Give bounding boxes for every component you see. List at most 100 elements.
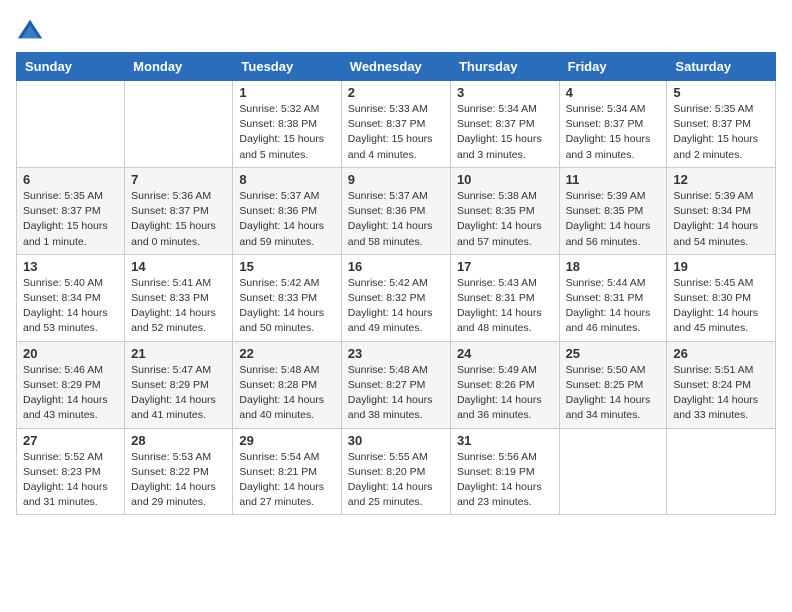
day-info: Sunrise: 5:53 AM Sunset: 8:22 PM Dayligh…: [131, 450, 226, 511]
calendar-cell: 16 Sunrise: 5:42 AM Sunset: 8:32 PM Dayli…: [341, 254, 450, 341]
calendar-cell: 17 Sunrise: 5:43 AM Sunset: 8:31 PM Dayli…: [450, 254, 559, 341]
calendar-cell: 6 Sunrise: 5:35 AM Sunset: 8:37 PM Daylig…: [17, 167, 125, 254]
calendar-cell: 7 Sunrise: 5:36 AM Sunset: 8:37 PM Daylig…: [125, 167, 233, 254]
calendar-cell: 3 Sunrise: 5:34 AM Sunset: 8:37 PM Daylig…: [450, 81, 559, 168]
calendar-cell: 14 Sunrise: 5:41 AM Sunset: 8:33 PM Dayli…: [125, 254, 233, 341]
day-number: 12: [673, 172, 769, 187]
day-number: 1: [239, 85, 334, 100]
day-info: Sunrise: 5:54 AM Sunset: 8:21 PM Dayligh…: [239, 450, 334, 511]
day-number: 10: [457, 172, 553, 187]
day-info: Sunrise: 5:34 AM Sunset: 8:37 PM Dayligh…: [457, 102, 553, 163]
day-number: 9: [348, 172, 444, 187]
calendar: SundayMondayTuesdayWednesdayThursdayFrid…: [16, 52, 776, 515]
day-number: 3: [457, 85, 553, 100]
day-number: 5: [673, 85, 769, 100]
day-number: 21: [131, 346, 226, 361]
day-info: Sunrise: 5:42 AM Sunset: 8:32 PM Dayligh…: [348, 276, 444, 337]
day-info: Sunrise: 5:56 AM Sunset: 8:19 PM Dayligh…: [457, 450, 553, 511]
day-number: 14: [131, 259, 226, 274]
day-info: Sunrise: 5:37 AM Sunset: 8:36 PM Dayligh…: [239, 189, 334, 250]
day-info: Sunrise: 5:51 AM Sunset: 8:24 PM Dayligh…: [673, 363, 769, 424]
calendar-cell: 2 Sunrise: 5:33 AM Sunset: 8:37 PM Daylig…: [341, 81, 450, 168]
day-info: Sunrise: 5:37 AM Sunset: 8:36 PM Dayligh…: [348, 189, 444, 250]
calendar-cell: 30Sunrise: 5:55 AM Sunset: 8:20 PM Dayli…: [341, 428, 450, 515]
calendar-cell: [17, 81, 125, 168]
calendar-cell: [667, 428, 776, 515]
day-number: 24: [457, 346, 553, 361]
calendar-cell: [559, 428, 667, 515]
day-info: Sunrise: 5:43 AM Sunset: 8:31 PM Dayligh…: [457, 276, 553, 337]
calendar-cell: 18Sunrise: 5:44 AM Sunset: 8:31 PM Dayli…: [559, 254, 667, 341]
weekday-header-saturday: Saturday: [667, 53, 776, 81]
day-number: 19: [673, 259, 769, 274]
day-number: 17: [457, 259, 553, 274]
day-info: Sunrise: 5:40 AM Sunset: 8:34 PM Dayligh…: [23, 276, 118, 337]
calendar-cell: 29 Sunrise: 5:54 AM Sunset: 8:21 PM Dayli…: [233, 428, 341, 515]
day-info: Sunrise: 5:42 AM Sunset: 8:33 PM Dayligh…: [239, 276, 334, 337]
calendar-cell: 4 Sunrise: 5:34 AM Sunset: 8:37 PM Daylig…: [559, 81, 667, 168]
day-number: 22: [239, 346, 334, 361]
weekday-header-monday: Monday: [125, 53, 233, 81]
calendar-cell: 23 Sunrise: 5:48 AM Sunset: 8:27 PM Dayli…: [341, 341, 450, 428]
day-info: Sunrise: 5:49 AM Sunset: 8:26 PM Dayligh…: [457, 363, 553, 424]
calendar-cell: 28 Sunrise: 5:53 AM Sunset: 8:22 PM Dayli…: [125, 428, 233, 515]
calendar-cell: 10 Sunrise: 5:38 AM Sunset: 8:35 PM Dayli…: [450, 167, 559, 254]
day-number: 28: [131, 433, 226, 448]
day-info: Sunrise: 5:32 AM Sunset: 8:38 PM Dayligh…: [239, 102, 334, 163]
day-info: Sunrise: 5:41 AM Sunset: 8:33 PM Dayligh…: [131, 276, 226, 337]
calendar-cell: 19 Sunrise: 5:45 AM Sunset: 8:30 PM Dayli…: [667, 254, 776, 341]
day-number: 23: [348, 346, 444, 361]
day-info: Sunrise: 5:39 AM Sunset: 8:34 PM Dayligh…: [673, 189, 769, 250]
day-number: 26: [673, 346, 769, 361]
day-info: Sunrise: 5:48 AM Sunset: 8:28 PM Dayligh…: [239, 363, 334, 424]
calendar-cell: 24 Sunrise: 5:49 AM Sunset: 8:26 PM Dayli…: [450, 341, 559, 428]
day-number: 2: [348, 85, 444, 100]
calendar-cell: 12 Sunrise: 5:39 AM Sunset: 8:34 PM Dayli…: [667, 167, 776, 254]
day-info: Sunrise: 5:33 AM Sunset: 8:37 PM Dayligh…: [348, 102, 444, 163]
day-number: 27: [23, 433, 118, 448]
calendar-cell: 31 Sunrise: 5:56 AM Sunset: 8:19 PM Dayli…: [450, 428, 559, 515]
calendar-cell: 9 Sunrise: 5:37 AM Sunset: 8:36 PM Daylig…: [341, 167, 450, 254]
day-number: 16: [348, 259, 444, 274]
calendar-cell: 26 Sunrise: 5:51 AM Sunset: 8:24 PM Dayli…: [667, 341, 776, 428]
day-info: Sunrise: 5:36 AM Sunset: 8:37 PM Dayligh…: [131, 189, 226, 250]
calendar-cell: 13 Sunrise: 5:40 AM Sunset: 8:34 PM Dayli…: [17, 254, 125, 341]
logo: [16, 16, 48, 44]
day-info: Sunrise: 5:38 AM Sunset: 8:35 PM Dayligh…: [457, 189, 553, 250]
day-number: 30: [348, 433, 444, 448]
day-info: Sunrise: 5:50 AM Sunset: 8:25 PM Dayligh…: [566, 363, 661, 424]
day-number: 25: [566, 346, 661, 361]
day-number: 8: [239, 172, 334, 187]
day-info: Sunrise: 5:35 AM Sunset: 8:37 PM Dayligh…: [23, 189, 118, 250]
logo-icon: [16, 16, 44, 44]
day-info: Sunrise: 5:52 AM Sunset: 8:23 PM Dayligh…: [23, 450, 118, 511]
day-number: 13: [23, 259, 118, 274]
day-info: Sunrise: 5:35 AM Sunset: 8:37 PM Dayligh…: [673, 102, 769, 163]
day-number: 4: [566, 85, 661, 100]
calendar-cell: 27 Sunrise: 5:52 AM Sunset: 8:23 PM Dayli…: [17, 428, 125, 515]
calendar-cell: 21Sunrise: 5:47 AM Sunset: 8:29 PM Dayli…: [125, 341, 233, 428]
calendar-cell: 15 Sunrise: 5:42 AM Sunset: 8:33 PM Dayli…: [233, 254, 341, 341]
weekday-header-thursday: Thursday: [450, 53, 559, 81]
weekday-header-friday: Friday: [559, 53, 667, 81]
day-info: Sunrise: 5:48 AM Sunset: 8:27 PM Dayligh…: [348, 363, 444, 424]
calendar-cell: 11Sunrise: 5:39 AM Sunset: 8:35 PM Dayli…: [559, 167, 667, 254]
calendar-cell: 1 Sunrise: 5:32 AM Sunset: 8:38 PM Daylig…: [233, 81, 341, 168]
day-info: Sunrise: 5:34 AM Sunset: 8:37 PM Dayligh…: [566, 102, 661, 163]
day-number: 15: [239, 259, 334, 274]
calendar-cell: 8 Sunrise: 5:37 AM Sunset: 8:36 PM Daylig…: [233, 167, 341, 254]
day-info: Sunrise: 5:45 AM Sunset: 8:30 PM Dayligh…: [673, 276, 769, 337]
page-header: [16, 16, 776, 44]
calendar-cell: 22 Sunrise: 5:48 AM Sunset: 8:28 PM Dayli…: [233, 341, 341, 428]
weekday-header-wednesday: Wednesday: [341, 53, 450, 81]
day-number: 29: [239, 433, 334, 448]
day-number: 7: [131, 172, 226, 187]
day-number: 20: [23, 346, 118, 361]
day-info: Sunrise: 5:39 AM Sunset: 8:35 PM Dayligh…: [566, 189, 661, 250]
weekday-header-tuesday: Tuesday: [233, 53, 341, 81]
day-info: Sunrise: 5:46 AM Sunset: 8:29 PM Dayligh…: [23, 363, 118, 424]
day-number: 31: [457, 433, 553, 448]
day-number: 18: [566, 259, 661, 274]
calendar-cell: 5 Sunrise: 5:35 AM Sunset: 8:37 PM Daylig…: [667, 81, 776, 168]
day-number: 6: [23, 172, 118, 187]
